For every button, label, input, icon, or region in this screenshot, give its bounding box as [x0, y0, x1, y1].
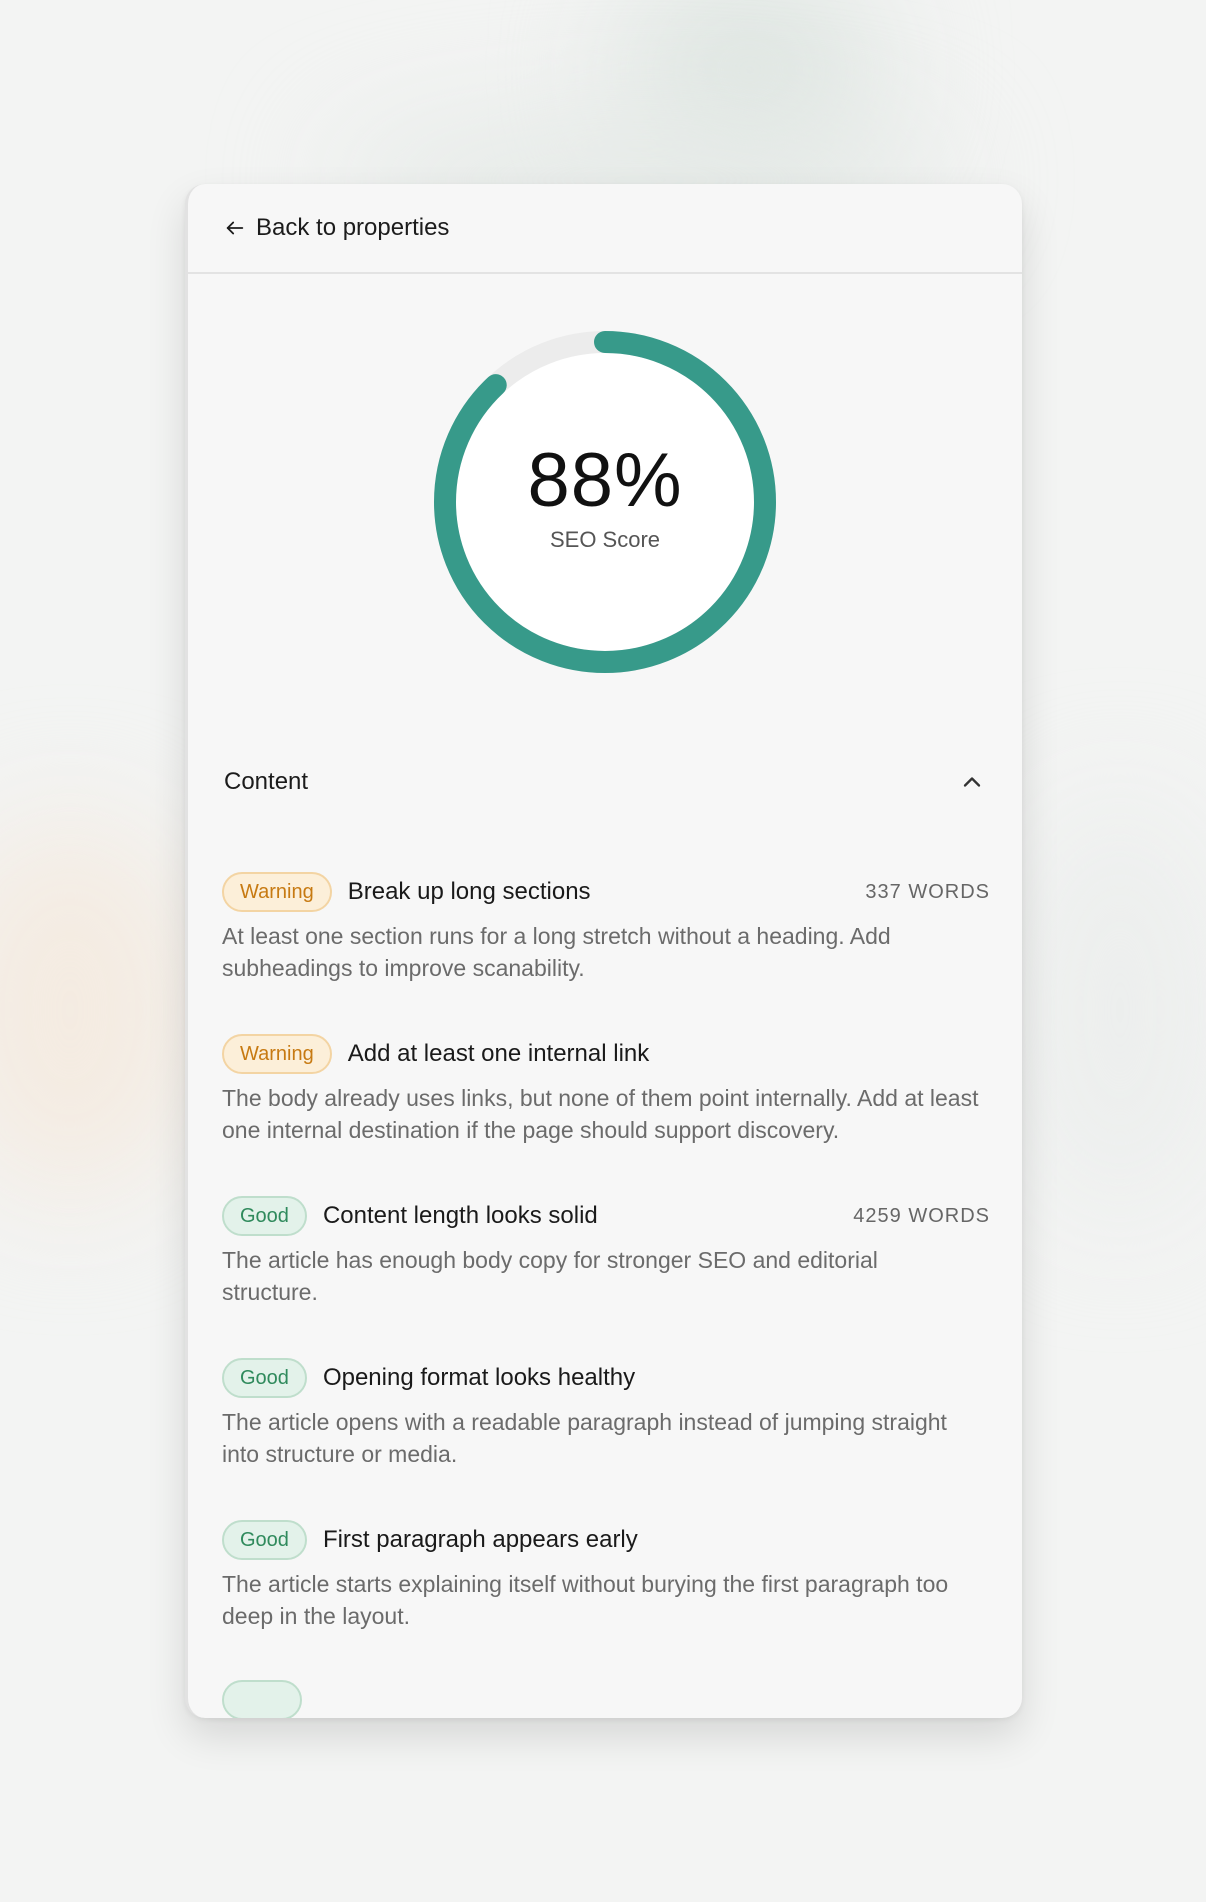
- check-description: The article opens with a readable paragr…: [222, 1409, 947, 1467]
- status-badge: Good: [222, 1196, 307, 1236]
- back-to-properties-link[interactable]: Back to properties: [224, 214, 449, 242]
- arrow-left-icon: [226, 221, 244, 235]
- status-badge: Good: [222, 1358, 307, 1398]
- check-item-partial: [222, 1680, 990, 1718]
- back-link-label: Back to properties: [256, 214, 450, 241]
- check-description: At least one section runs for a long str…: [222, 923, 891, 981]
- score-value: 88%: [527, 438, 683, 523]
- panel-header: Back to properties: [188, 184, 1022, 274]
- status-badge: Good: [222, 1520, 307, 1560]
- check-description: The article starts explaining itself wit…: [222, 1571, 949, 1629]
- check-item: Warning Add at least one internal link T…: [222, 1034, 990, 1146]
- content-section-header[interactable]: Content: [188, 762, 1022, 802]
- check-description: The body already uses links, but none of…: [222, 1085, 979, 1143]
- check-title: Content length looks solid: [322, 1202, 598, 1229]
- seo-panel: Back to properties 88% SEO Score Content…: [185, 184, 1022, 1718]
- check-item: Good First paragraph appears early The a…: [222, 1520, 990, 1632]
- status-badge: Warning: [222, 1034, 332, 1074]
- score-label: SEO Score: [549, 527, 661, 552]
- seo-score-ring: 88% SEO Score: [433, 330, 777, 674]
- check-item: Good Content length looks solid 4259 WOR…: [222, 1196, 990, 1308]
- check-title: Break up long sections: [347, 878, 591, 905]
- check-item: Good Opening format looks healthy The ar…: [222, 1358, 990, 1470]
- check-title: Opening format looks healthy: [322, 1364, 636, 1391]
- status-badge: [222, 1680, 302, 1718]
- check-title: Add at least one internal link: [347, 1040, 650, 1067]
- status-badge: Warning: [222, 872, 332, 912]
- check-description: The article has enough body copy for str…: [222, 1247, 878, 1305]
- check-meta: 337 WORDS: [865, 880, 990, 903]
- section-title: Content: [224, 768, 309, 795]
- check-title: First paragraph appears early: [322, 1526, 638, 1553]
- chevron-up-icon[interactable]: [958, 768, 986, 796]
- check-meta: 4259 WORDS: [853, 1204, 990, 1227]
- checks-list: Warning Break up long sections 337 WORDS…: [188, 802, 1022, 1718]
- check-item: Warning Break up long sections 337 WORDS…: [222, 872, 990, 984]
